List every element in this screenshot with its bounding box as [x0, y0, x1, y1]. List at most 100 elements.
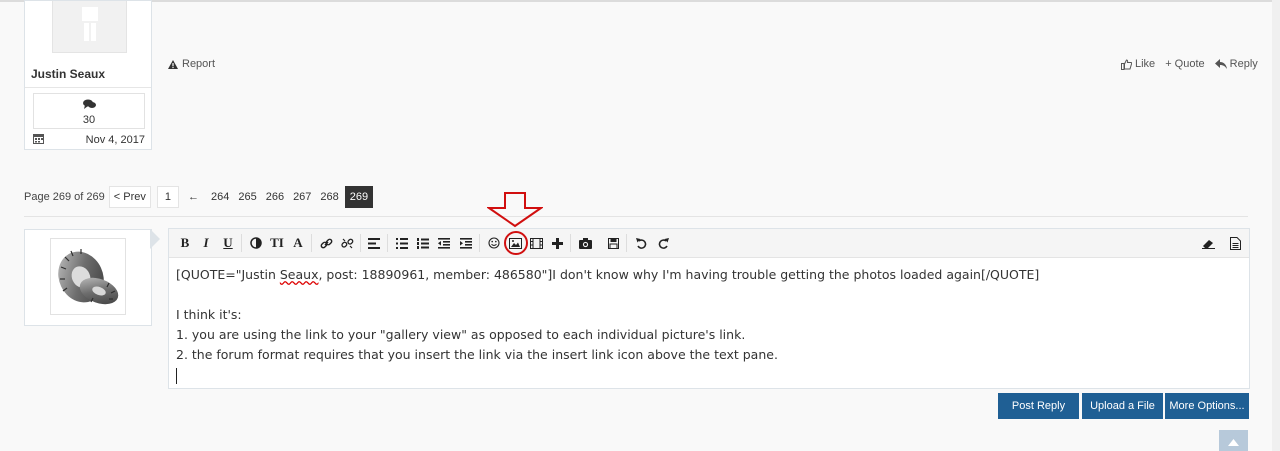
gear-avatar-image: [58, 249, 119, 305]
like-button[interactable]: Like: [1121, 58, 1155, 70]
text-segment: , post: 18890961, member: 486580"]I don'…: [318, 267, 1040, 282]
insert-link-button[interactable]: [318, 235, 334, 251]
smilie-button[interactable]: [486, 235, 502, 251]
bullet-list-button[interactable]: [394, 235, 410, 251]
insert-media-button[interactable]: [528, 235, 544, 251]
comments-icon: [83, 99, 96, 109]
message-count-box: 30: [33, 93, 145, 129]
unlink-button[interactable]: [339, 235, 355, 251]
avatar[interactable]: [50, 238, 126, 315]
calendar-icon: [33, 134, 44, 144]
reply-button[interactable]: Reply: [1214, 58, 1258, 70]
more-options-button[interactable]: More Options...: [1165, 393, 1249, 419]
top-border: [0, 0, 1280, 2]
film-icon: [529, 237, 543, 249]
indent-button[interactable]: [458, 235, 474, 251]
font-family-button[interactable]: A: [290, 235, 306, 251]
bullet-list-icon: [396, 237, 408, 249]
page-link[interactable]: 266: [263, 187, 287, 207]
insert-more-button[interactable]: [549, 235, 565, 251]
message-count: 30: [82, 114, 96, 126]
quote-label: + Quote: [1165, 58, 1205, 70]
underline-button[interactable]: U: [220, 235, 236, 251]
toolbar-separator: [626, 234, 627, 252]
avatar-pointer: [150, 229, 160, 249]
unlink-icon: [340, 238, 353, 248]
text-line: I think it's:: [176, 307, 242, 322]
reply-editor: B I U TI A [QUOTE="Justin Seaux, post: 1…: [168, 228, 1250, 389]
post-reply-button[interactable]: Post Reply: [998, 393, 1079, 419]
text-line: 2. the forum format requires that you in…: [176, 347, 778, 362]
toolbar-separator: [311, 234, 312, 252]
indent-icon: [460, 237, 472, 249]
toolbar-separator: [360, 234, 361, 252]
redo-button[interactable]: [655, 235, 671, 251]
scroll-to-top-button[interactable]: [1219, 430, 1248, 451]
page-info: Page 269 of 269: [24, 191, 105, 203]
toolbar-separator: [241, 234, 242, 252]
divider: [25, 87, 151, 88]
save-draft-button[interactable]: [605, 235, 621, 251]
misspelled-word: Seaux: [279, 267, 319, 282]
thumbs-up-icon: [1121, 58, 1132, 70]
join-date: Nov 4, 2017: [85, 134, 145, 146]
quote-button[interactable]: + Quote: [1165, 58, 1204, 70]
message-textarea[interactable]: [QUOTE="Justin Seaux, post: 18890961, me…: [176, 265, 1236, 385]
reply-icon: [1214, 59, 1227, 69]
report-link[interactable]: Report: [168, 58, 215, 70]
remove-formatting-button[interactable]: [1200, 235, 1216, 251]
outdent-icon: [438, 237, 450, 249]
toolbar-separator: [479, 234, 480, 252]
smiley-icon: [488, 237, 500, 249]
default-avatar[interactable]: [52, 1, 127, 53]
divider: [24, 216, 1248, 217]
pagination: Page 269 of 269 < Prev 1 ← 264 265 266 2…: [24, 186, 374, 208]
bold-button[interactable]: B: [177, 235, 193, 251]
text-line-caret: [176, 365, 1236, 385]
redo-icon: [658, 237, 669, 249]
reply-avatar-card: [24, 229, 152, 326]
editor-toolbar: B I U TI A: [169, 229, 1249, 258]
page-link[interactable]: 268: [317, 187, 341, 207]
user-card: Justin Seaux 30 Nov 4, 2017: [24, 0, 152, 150]
scrollbar[interactable]: [1272, 0, 1280, 451]
numbered-list-button[interactable]: [415, 235, 431, 251]
undo-button[interactable]: [633, 235, 649, 251]
document-icon: [1229, 236, 1241, 250]
save-icon: [607, 237, 619, 249]
page-link[interactable]: 267: [290, 187, 314, 207]
toolbar-separator: [387, 234, 388, 252]
numbered-list-icon: [417, 237, 429, 249]
undo-icon: [635, 237, 646, 249]
photo-button[interactable]: [577, 235, 593, 251]
eraser-icon: [1201, 239, 1215, 249]
username[interactable]: Justin Seaux: [31, 67, 105, 81]
text-line: 1. you are using the link to your "galle…: [176, 327, 746, 342]
outdent-button[interactable]: [436, 235, 452, 251]
upload-file-button[interactable]: Upload a File: [1082, 393, 1163, 419]
contrast-icon: [250, 237, 262, 249]
chevron-up-icon: [1228, 439, 1239, 446]
prev-page-button[interactable]: < Prev: [108, 186, 151, 208]
text-line-empty: [176, 285, 1236, 305]
current-page: 269: [344, 186, 374, 208]
text-line: [QUOTE="Justin Seaux, post: 18890961, me…: [176, 265, 1236, 285]
align-left-icon: [368, 237, 380, 249]
camera-icon: [578, 237, 592, 249]
link-icon: [320, 238, 332, 248]
warning-icon: [168, 59, 178, 69]
text-color-button[interactable]: [248, 235, 264, 251]
page-link[interactable]: 1: [156, 186, 179, 208]
post-actions: Like + Quote Reply: [1121, 58, 1258, 70]
italic-button[interactable]: I: [198, 235, 214, 251]
toolbar-separator: [570, 234, 571, 252]
page-jump-arrow[interactable]: ←: [182, 187, 205, 207]
page-link[interactable]: 265: [235, 187, 259, 207]
reply-label: Reply: [1229, 58, 1258, 70]
page-link[interactable]: 264: [208, 187, 232, 207]
text-caret: [176, 367, 177, 384]
align-button[interactable]: [366, 235, 382, 251]
annotation-arrow-icon: [487, 192, 543, 228]
toggle-bbcode-button[interactable]: [1227, 235, 1243, 251]
font-size-button[interactable]: TI: [269, 235, 285, 251]
